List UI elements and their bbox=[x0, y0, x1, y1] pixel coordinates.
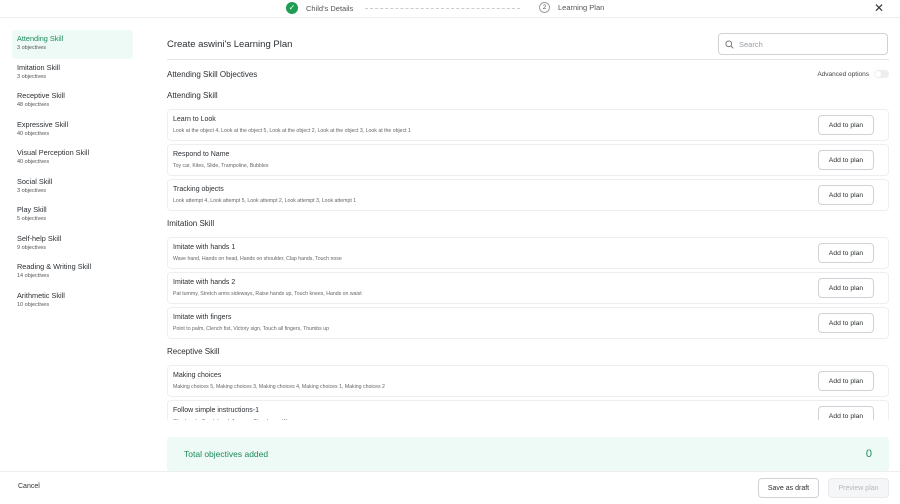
add-to-plan-button[interactable]: Add to plan bbox=[818, 150, 874, 170]
search-icon bbox=[725, 39, 734, 49]
objective-description: Look at the object 4, Look at the object… bbox=[173, 128, 411, 134]
sidebar-item-label: Self-help Skill bbox=[17, 233, 62, 243]
objective-description: Clap hands, Touch head, Arms up, Thumbs … bbox=[173, 419, 295, 420]
sidebar-item[interactable]: Social Skill 3 objectives bbox=[12, 173, 133, 202]
add-to-plan-button[interactable]: Add to plan bbox=[818, 115, 874, 135]
total-label: Total objectives added bbox=[184, 449, 269, 459]
objectives-heading: Attending Skill Objectives bbox=[167, 70, 258, 79]
objective-description: Toy car, Kites, Slide, Trampoline, Bubbl… bbox=[173, 163, 269, 169]
objective-card: Respond to Name Toy car, Kites, Slide, Tr… bbox=[167, 144, 889, 176]
sidebar-item[interactable]: Reading & Writing Skill 14 objectives bbox=[12, 258, 133, 287]
sidebar-item-count: 9 objectives bbox=[17, 244, 47, 251]
objective-title: Imitate with hands 2 bbox=[173, 279, 236, 286]
step-number: 2 bbox=[539, 2, 550, 13]
objective-card: Making choices Making choices 5, Making c… bbox=[167, 365, 889, 397]
objective-title: Learn to Look bbox=[173, 116, 216, 123]
objective-card: Learn to Look Look at the object 4, Look … bbox=[167, 109, 889, 141]
sidebar-item-label: Reading & Writing Skill bbox=[17, 262, 92, 271]
sidebar-item[interactable]: Expressive Skill 40 objectives bbox=[12, 116, 133, 145]
section-title: Attending Skill bbox=[167, 91, 218, 100]
section-title: Receptive Skill bbox=[167, 347, 220, 356]
sidebar-item-count: 14 objectives bbox=[17, 273, 50, 279]
save-as-draft-button[interactable]: Save as draft bbox=[758, 478, 819, 498]
search-input[interactable] bbox=[739, 39, 879, 49]
page-title: Create aswini's Learning Plan bbox=[167, 39, 293, 50]
sidebar-item-label: Imitation Skill bbox=[17, 62, 60, 72]
add-to-plan-button[interactable]: Add to plan bbox=[818, 278, 874, 298]
sidebar-item-label: Expressive Skill bbox=[17, 119, 69, 129]
sidebar-item-label: Receptive Skill bbox=[17, 91, 65, 100]
sidebar-item-count: 40 objectives bbox=[17, 159, 50, 165]
objective-title: Imitate with fingers bbox=[173, 314, 232, 321]
step-childs-details[interactable]: ✓ Child's Details bbox=[286, 2, 353, 14]
sidebar-item[interactable]: Attending Skill 3 objectives bbox=[12, 30, 133, 59]
step-connector bbox=[365, 8, 520, 9]
close-icon[interactable]: ✕ bbox=[874, 1, 884, 15]
preview-plan-button[interactable]: Preview plan bbox=[828, 478, 889, 498]
add-to-plan-button[interactable]: Add to plan bbox=[818, 185, 874, 205]
add-to-plan-button[interactable]: Add to plan bbox=[818, 243, 874, 263]
sidebar-item-label: Social Skill bbox=[17, 176, 53, 186]
objective-card: Imitate with hands 1 Wave hand, Hands on … bbox=[167, 237, 889, 269]
objective-title: Imitate with hands 1 bbox=[173, 244, 236, 251]
step-learning-plan[interactable]: 2 Learning Plan bbox=[539, 2, 604, 13]
sidebar-item-count: 3 objectives bbox=[17, 45, 47, 51]
total-objectives-bar: Total objectives added 0 bbox=[167, 437, 889, 471]
step-label: Learning Plan bbox=[558, 3, 605, 12]
sidebar-item-count: 3 objectives bbox=[17, 73, 47, 80]
learning-plan-modal: ✓ Child's Details 2 Learning Plan ✕ Atte… bbox=[0, 0, 900, 504]
objective-card: Imitate with fingers Point to palm, Clenc… bbox=[167, 307, 889, 339]
advanced-options-toggle[interactable] bbox=[874, 70, 889, 78]
divider bbox=[167, 59, 889, 60]
sidebar-item-count: 3 objectives bbox=[17, 187, 47, 194]
objective-title: Tracking objects bbox=[173, 186, 224, 193]
objective-card: Follow simple instructions-1 Clap hands, … bbox=[167, 400, 889, 420]
divider bbox=[0, 17, 900, 18]
advanced-options-label: Advanced options bbox=[817, 70, 869, 78]
sidebar-item-label: Arithmetic Skill bbox=[17, 290, 65, 300]
sidebar-item-count: 10 objectives bbox=[17, 301, 50, 308]
step-label: Child's Details bbox=[306, 3, 354, 13]
stepper: ✓ Child's Details 2 Learning Plan ✕ bbox=[0, 0, 900, 17]
sidebar-item-count: 40 objectives bbox=[17, 130, 50, 137]
skill-sidebar: Attending Skill 3 objectives Imitation Ski… bbox=[12, 30, 133, 315]
objective-title: Respond to Name bbox=[173, 151, 230, 158]
objective-card: Tracking objects Look attempt 4, Look att… bbox=[167, 179, 889, 211]
sidebar-item-label: Play Skill bbox=[17, 205, 47, 214]
objective-description: Look attempt 4, Look attempt 5, Look att… bbox=[173, 198, 357, 204]
objective-card: Imitate with hands 2 Pat tummy, Stretch a… bbox=[167, 272, 889, 304]
sidebar-item[interactable]: Arithmetic Skill 10 objectives bbox=[12, 287, 133, 316]
search-box[interactable] bbox=[718, 33, 888, 55]
section-title: Imitation Skill bbox=[167, 219, 215, 228]
add-to-plan-button[interactable]: Add to plan bbox=[818, 371, 874, 391]
sidebar-item-count: 48 objectives bbox=[17, 102, 50, 108]
objective-description: Pat tummy, Stretch arms sideways, Raise … bbox=[173, 291, 362, 297]
add-to-plan-button[interactable]: Add to plan bbox=[818, 406, 874, 420]
objective-description: Point to palm, Clench fist, Victory sign… bbox=[173, 326, 329, 332]
sidebar-item-label: Visual Perception Skill bbox=[17, 148, 90, 157]
objective-list[interactable]: Attending Skill Learn to Look Look at the … bbox=[167, 86, 889, 420]
objective-title: Making choices bbox=[173, 372, 222, 379]
objective-description: Wave hand, Hands on head, Hands on shoul… bbox=[173, 256, 342, 262]
divider bbox=[0, 471, 900, 472]
advanced-options: Advanced options bbox=[817, 70, 889, 78]
objective-description: Making choices 5, Making choices 3, Maki… bbox=[173, 384, 385, 390]
cancel-button[interactable]: Cancel bbox=[18, 483, 40, 490]
total-count: 0 bbox=[865, 448, 872, 460]
objective-title: Follow simple instructions-1 bbox=[173, 407, 259, 414]
sidebar-item[interactable]: Receptive Skill 48 objectives bbox=[12, 87, 133, 116]
add-to-plan-button[interactable]: Add to plan bbox=[818, 313, 874, 333]
sidebar-item[interactable]: Visual Perception Skill 40 objectives bbox=[12, 144, 133, 173]
sidebar-item[interactable]: Imitation Skill 3 objectives bbox=[12, 59, 133, 88]
sidebar-item[interactable]: Play Skill 5 objectives bbox=[12, 201, 133, 230]
sidebar-item-count: 5 objectives bbox=[17, 216, 47, 222]
check-icon: ✓ bbox=[286, 2, 298, 14]
sidebar-item-label: Attending Skill bbox=[17, 34, 64, 43]
sidebar-item[interactable]: Self-help Skill 9 objectives bbox=[12, 230, 133, 259]
